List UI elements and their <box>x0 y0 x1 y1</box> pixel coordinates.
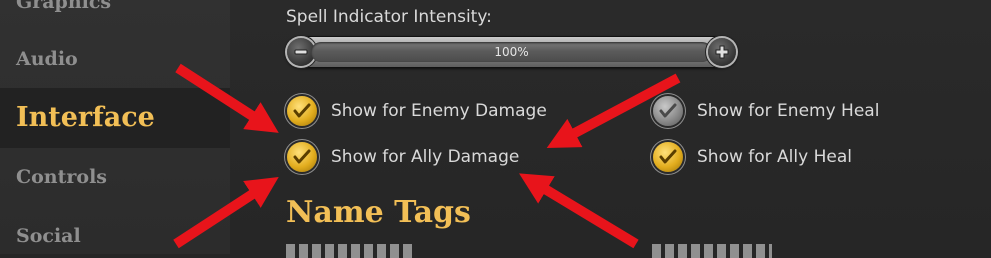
option-label: Show for Enemy Heal <box>697 101 880 121</box>
spell-indicator-label: Spell Indicator Intensity: <box>286 7 492 27</box>
option-label: Show for Ally Damage <box>331 147 520 167</box>
check-icon[interactable] <box>653 142 683 172</box>
option-label: Show for Ally Heal <box>697 147 852 167</box>
settings-sidebar: Graphics Audio Interface Controls Social <box>0 0 230 254</box>
option-label: Show for Enemy Damage <box>331 101 547 121</box>
check-icon[interactable] <box>287 142 317 172</box>
sidebar-item-audio[interactable]: Audio <box>0 44 230 74</box>
option-ally-heal[interactable]: Show for Ally Heal <box>653 140 852 174</box>
slider-track[interactable]: 100% <box>311 42 712 62</box>
spell-indicator-slider[interactable]: 100% <box>285 36 738 68</box>
cut-off-label <box>286 244 416 258</box>
option-enemy-heal[interactable]: Show for Enemy Heal <box>653 94 879 128</box>
check-icon[interactable] <box>653 96 683 126</box>
sidebar-item-interface[interactable]: Interface <box>0 88 230 148</box>
option-enemy-damage[interactable]: Show for Enemy Damage <box>287 94 547 128</box>
slider-value: 100% <box>494 45 529 59</box>
sidebar-item-graphics[interactable]: Graphics <box>0 0 230 17</box>
option-ally-damage[interactable]: Show for Ally Damage <box>287 140 519 174</box>
plus-icon[interactable] <box>708 38 736 66</box>
settings-panel: Spell Indicator Intensity: 100% Show for… <box>230 0 991 258</box>
section-title-name-tags: Name Tags <box>286 195 471 230</box>
sidebar-item-social[interactable]: Social <box>0 221 230 251</box>
check-icon[interactable] <box>287 96 317 126</box>
cut-off-label <box>652 244 772 258</box>
sidebar-item-controls[interactable]: Controls <box>0 162 230 192</box>
